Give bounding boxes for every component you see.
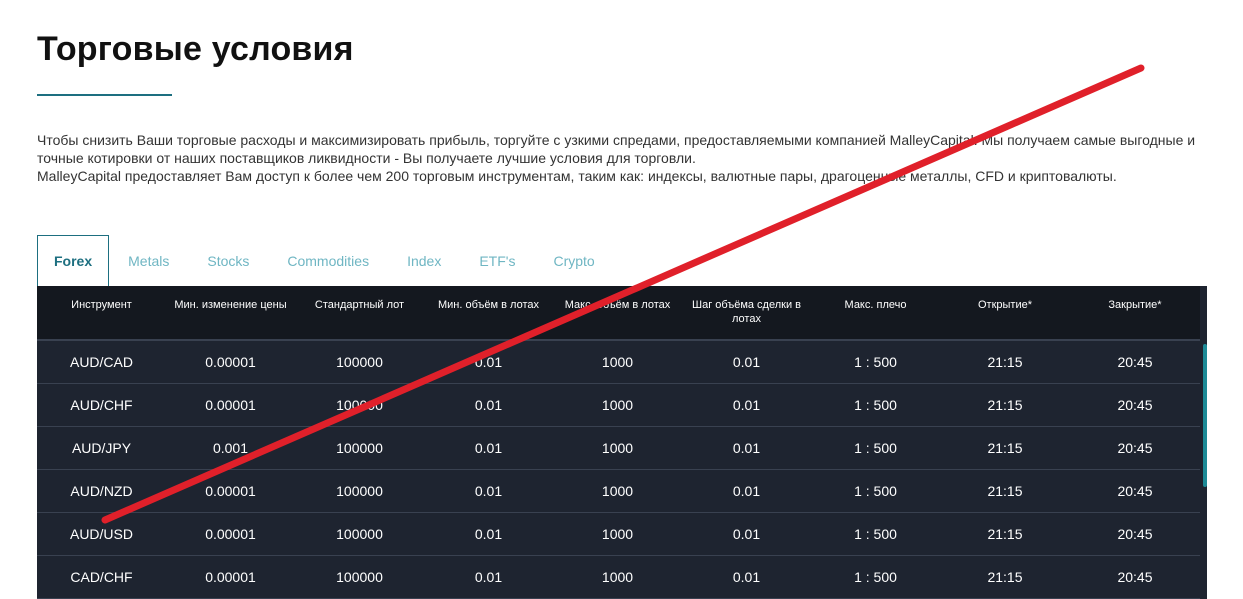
- table-row: CAD/CHF 0.00001 100000 0.01 1000 0.01 1 : 500 2…: [37, 555, 1200, 598]
- header-volume-step: Шаг объёма сделки в лотах: [692, 299, 801, 325]
- cell-min-price-change: 0.00001: [205, 353, 256, 370]
- cell-standard-lot: 100000: [336, 353, 383, 370]
- cell-max-volume: 1000: [601, 568, 634, 585]
- cell-open: 21:15: [987, 396, 1023, 413]
- header-max-volume: Макс. объём в лотах: [564, 299, 671, 311]
- cell-max-leverage: 1 : 500: [854, 439, 897, 456]
- cell-min-price-change: 0.00001: [205, 525, 256, 542]
- table-header-row: Инструмент Мин. изменение цены Стандартн…: [37, 286, 1200, 340]
- cell-max-volume: 1000: [601, 525, 634, 542]
- cell-max-leverage: 1 : 500: [854, 396, 897, 413]
- cell-instrument: AUD/NZD: [70, 482, 133, 499]
- cell-close: 20:45: [1117, 396, 1153, 413]
- tab-stocks[interactable]: Stocks: [188, 235, 268, 286]
- cell-close: 20:45: [1117, 525, 1153, 542]
- trading-conditions-table-container: Инструмент Мин. изменение цены Стандартн…: [37, 286, 1207, 599]
- cell-max-leverage: 1 : 500: [854, 525, 897, 542]
- cell-standard-lot: 100000: [336, 525, 383, 542]
- header-min-price-change: Мин. изменение цены: [174, 299, 287, 311]
- tab-index[interactable]: Index: [388, 235, 460, 286]
- cell-open: 21:15: [987, 568, 1023, 585]
- cell-instrument: AUD/CAD: [69, 353, 133, 370]
- cell-open: 21:15: [987, 439, 1023, 456]
- cell-volume-step: 0.01: [732, 568, 761, 585]
- cell-close: 20:45: [1117, 482, 1153, 499]
- cell-standard-lot: 100000: [336, 568, 383, 585]
- cell-min-volume: 0.01: [474, 482, 503, 499]
- cell-min-volume: 0.01: [474, 353, 503, 370]
- cell-min-price-change: 0.00001: [205, 482, 256, 499]
- cell-close: 20:45: [1117, 568, 1153, 585]
- tab-forex[interactable]: Forex: [37, 235, 110, 286]
- header-min-volume: Мин. объём в лотах: [437, 299, 539, 311]
- intro-text: Чтобы снизить Ваши торговые расходы и ма…: [37, 131, 1217, 185]
- cell-min-volume: 0.01: [474, 396, 503, 413]
- table-row: AUD/NZD 0.00001 100000 0.01 1000 0.01 1 : 500 2…: [37, 469, 1200, 512]
- intro-paragraph-1: Чтобы снизить Ваши торговые расходы и ма…: [37, 132, 1196, 166]
- cell-open: 21:15: [987, 525, 1023, 542]
- cell-min-volume: 0.01: [474, 439, 503, 456]
- cell-min-price-change: 0.00001: [205, 396, 256, 413]
- table-scrollbar[interactable]: [1203, 344, 1207, 487]
- cell-instrument: CAD/CHF: [70, 568, 133, 585]
- instrument-tabs: Forex Metals Stocks Commodities Index ET…: [37, 235, 614, 286]
- cell-open: 21:15: [987, 482, 1023, 499]
- header-max-leverage: Макс. плечо: [844, 299, 907, 311]
- cell-instrument: AUD/CHF: [70, 396, 133, 413]
- title-underline: [37, 94, 172, 96]
- cell-min-price-change: 0.001: [212, 439, 249, 456]
- cell-volume-step: 0.01: [732, 396, 761, 413]
- cell-standard-lot: 100000: [336, 396, 383, 413]
- tab-crypto[interactable]: Crypto: [534, 235, 613, 286]
- cell-max-volume: 1000: [601, 439, 634, 456]
- tab-metals[interactable]: Metals: [109, 235, 188, 286]
- cell-max-leverage: 1 : 500: [854, 482, 897, 499]
- table-row: AUD/JPY 0.001 100000 0.01 1000 0.01 1 : 500 21:…: [37, 426, 1200, 469]
- page-title: Торговые условия: [37, 30, 354, 68]
- cell-volume-step: 0.01: [732, 525, 761, 542]
- cell-min-price-change: 0.00001: [205, 568, 256, 585]
- cell-volume-step: 0.01: [732, 353, 761, 370]
- header-close: Закрытие*: [1108, 299, 1162, 311]
- header-instrument: Инструмент: [71, 299, 132, 311]
- cell-standard-lot: 100000: [336, 439, 383, 456]
- cell-instrument: AUD/USD: [69, 525, 133, 542]
- tab-commodities[interactable]: Commodities: [268, 235, 388, 286]
- cell-min-volume: 0.01: [474, 525, 503, 542]
- cell-max-leverage: 1 : 500: [854, 568, 897, 585]
- header-standard-lot: Стандартный лот: [314, 299, 405, 311]
- cell-volume-step: 0.01: [732, 482, 761, 499]
- table-row: AUD/USD 0.00001 100000 0.01 1000 0.01 1 : 500 2…: [37, 512, 1200, 555]
- cell-max-leverage: 1 : 500: [854, 353, 897, 370]
- header-open: Открытие*: [977, 299, 1032, 311]
- cell-max-volume: 1000: [601, 396, 634, 413]
- cell-close: 20:45: [1117, 353, 1153, 370]
- tab-etfs[interactable]: ETF's: [460, 235, 534, 286]
- trading-conditions-table: Инструмент Мин. изменение цены Стандартн…: [37, 286, 1200, 599]
- cell-standard-lot: 100000: [336, 482, 383, 499]
- cell-close: 20:45: [1117, 439, 1153, 456]
- cell-min-volume: 0.01: [474, 568, 503, 585]
- table-row: AUD/CAD 0.00001 100000 0.01 1000 0.01 1 : 500 2…: [37, 340, 1200, 383]
- cell-open: 21:15: [987, 353, 1023, 370]
- cell-instrument: AUD/JPY: [71, 439, 132, 456]
- intro-paragraph-2: MalleyCapital предоставляет Вам доступ к…: [37, 168, 1117, 184]
- cell-max-volume: 1000: [601, 353, 634, 370]
- cell-volume-step: 0.01: [732, 439, 761, 456]
- cell-max-volume: 1000: [601, 482, 634, 499]
- table-row: AUD/CHF 0.00001 100000 0.01 1000 0.01 1 : 500 2…: [37, 383, 1200, 426]
